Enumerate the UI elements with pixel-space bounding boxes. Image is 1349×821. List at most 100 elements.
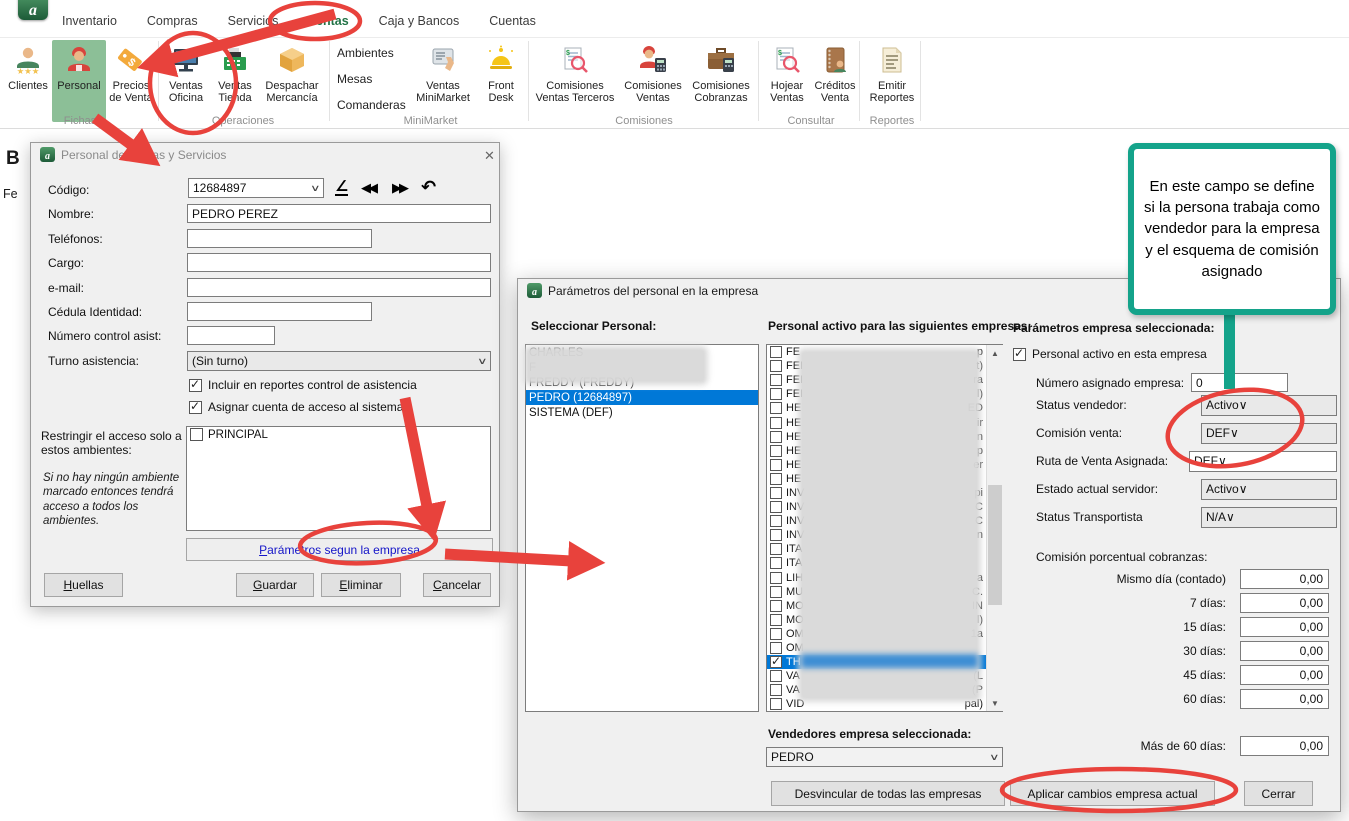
- ribbon-ventas-tienda[interactable]: Ventas Tienda: [211, 40, 259, 122]
- cobranza-row: 45 días: 0,00: [938, 665, 1329, 685]
- company-checkbox[interactable]: [770, 487, 782, 499]
- ribbon-front-desk[interactable]: Front Desk: [478, 40, 524, 122]
- company-checkbox[interactable]: [770, 600, 782, 612]
- dropdown[interactable]: DEF∨: [1189, 451, 1337, 472]
- company-checkbox[interactable]: [770, 543, 782, 555]
- company-checkbox[interactable]: [770, 656, 782, 668]
- ribbon-ambientes[interactable]: Ambientes: [337, 40, 409, 66]
- company-checkbox[interactable]: [770, 557, 782, 569]
- previous-record-icon[interactable]: ◀◀: [361, 180, 375, 196]
- ribbon-mesas[interactable]: Mesas: [337, 66, 409, 92]
- company-checkbox[interactable]: [770, 388, 782, 400]
- company-checkbox[interactable]: [770, 445, 782, 457]
- turno-select[interactable]: (Sin turno)∨: [187, 351, 491, 371]
- ribbon-despachar-mercancia[interactable]: Despachar Mercancía: [260, 40, 324, 122]
- personal-list-item[interactable]: SISTEMA (DEF): [526, 405, 758, 420]
- next-record-icon[interactable]: ▶▶: [392, 180, 406, 196]
- company-checkbox[interactable]: [770, 417, 782, 429]
- company-checkbox[interactable]: [770, 572, 782, 584]
- ribbon-emitir-reportes[interactable]: Emitir Reportes: [864, 40, 920, 122]
- checkbox-checked[interactable]: [189, 379, 202, 392]
- cobranza-row: Mismo día (contado) 0,00: [938, 569, 1329, 589]
- nombre-input[interactable]: PEDRO PEREZ: [187, 204, 491, 223]
- company-checkbox[interactable]: [770, 360, 782, 372]
- aplicar-cambios-button[interactable]: Aplicar cambios empresa actual: [1010, 781, 1215, 806]
- amount-input[interactable]: 0,00: [1240, 641, 1329, 661]
- company-checkbox[interactable]: [770, 346, 782, 358]
- ribbon-hojear-ventas[interactable]: $ Hojear Ventas: [763, 40, 811, 122]
- parametros-empresa-button[interactable]: Parámetros segun la empresa: [186, 538, 493, 561]
- dropdown[interactable]: Activo∨: [1201, 479, 1337, 500]
- scroll-up-icon[interactable]: ▲: [987, 345, 1003, 361]
- company-checkbox[interactable]: [770, 529, 782, 541]
- asignar-cuenta-checkbox-row[interactable]: Asignar cuenta de acceso al sistema: [189, 400, 403, 414]
- company-checkbox[interactable]: [770, 515, 782, 527]
- checkbox-checked[interactable]: [1013, 348, 1026, 361]
- ribbon: ★★★ Clientes Personal $ Precios de Venta…: [0, 37, 1349, 129]
- email-input[interactable]: [187, 278, 491, 297]
- menu-compras[interactable]: Compras: [147, 14, 198, 28]
- close-icon[interactable]: ✕: [484, 148, 495, 164]
- company-checkbox[interactable]: [770, 431, 782, 443]
- desvincular-button[interactable]: Desvincular de todas las empresas: [771, 781, 1005, 806]
- amount-input[interactable]: 0,00: [1240, 665, 1329, 685]
- menu-caja-y-bancos[interactable]: Caja y Bancos: [379, 14, 460, 28]
- menu-inventario[interactable]: Inventario: [62, 14, 117, 28]
- company-checkbox[interactable]: [770, 586, 782, 598]
- dropdown[interactable]: N/A∨: [1201, 507, 1337, 528]
- company-checkbox[interactable]: [770, 459, 782, 471]
- company-checkbox[interactable]: [770, 473, 782, 485]
- company-checkbox[interactable]: [770, 402, 782, 414]
- dialog1-titlebar[interactable]: a Personal de Ventas y Servicios ✕: [31, 143, 499, 167]
- checkbox[interactable]: [190, 428, 203, 441]
- incluir-reportes-checkbox-row[interactable]: Incluir en reportes control de asistenci…: [189, 378, 417, 392]
- cargo-input[interactable]: [187, 253, 491, 272]
- company-name-fragment: FE: [786, 346, 800, 358]
- company-checkbox[interactable]: [770, 628, 782, 640]
- company-checkbox[interactable]: [770, 501, 782, 513]
- company-checkbox[interactable]: [770, 698, 782, 710]
- company-checkbox[interactable]: [770, 614, 782, 626]
- sign-icon[interactable]: ∠: [335, 179, 348, 196]
- dropdown[interactable]: Activo∨: [1201, 395, 1337, 416]
- company-checkbox[interactable]: [770, 670, 782, 682]
- numero-control-input[interactable]: [187, 326, 275, 345]
- company-checkbox[interactable]: [770, 374, 782, 386]
- cancelar-button[interactable]: Cancelar: [423, 573, 491, 597]
- company-checkbox[interactable]: [770, 684, 782, 696]
- codigo-combobox[interactable]: 12684897∨: [188, 178, 324, 198]
- cerrar-button[interactable]: Cerrar: [1244, 781, 1313, 806]
- ambiente-row[interactable]: PRINCIPAL: [187, 427, 490, 442]
- eliminar-button[interactable]: Eliminar: [321, 573, 401, 597]
- dropdown[interactable]: DEF∨: [1201, 423, 1337, 444]
- amount-input[interactable]: 0,00: [1240, 736, 1329, 756]
- amount-input[interactable]: 0,00: [1240, 617, 1329, 637]
- ribbon-precios-de-venta[interactable]: $ Precios de Venta: [106, 40, 156, 122]
- ribbon-ventas-oficina[interactable]: Ventas Oficina: [162, 40, 210, 122]
- menu-servicios[interactable]: Servicios: [228, 14, 279, 28]
- amount-input[interactable]: 0,00: [1240, 689, 1329, 709]
- cedula-input[interactable]: [187, 302, 372, 321]
- ribbon-ventas-minimarket[interactable]: Ventas MiniMarket: [410, 40, 476, 122]
- guardar-button[interactable]: Guardar: [236, 573, 314, 597]
- personal-listbox[interactable]: CHARLES F FREDDY (FREDDY) PEDRO (1268489…: [525, 344, 759, 712]
- ribbon-clientes[interactable]: ★★★ Clientes: [4, 40, 52, 122]
- ribbon-creditos-venta[interactable]: Créditos Venta: [811, 40, 859, 122]
- menu-ventas[interactable]: Ventas: [308, 14, 348, 28]
- ribbon-personal[interactable]: Personal: [52, 40, 106, 122]
- ribbon-comisiones-cobranzas[interactable]: Comisiones Cobranzas: [687, 40, 755, 122]
- ribbon-comisiones-ventas-terceros[interactable]: $ Comisiones Ventas Terceros: [533, 40, 617, 122]
- personal-activo-checkbox-row[interactable]: Personal activo en esta empresa: [1013, 347, 1207, 361]
- menu-cuentas[interactable]: Cuentas: [489, 14, 536, 28]
- amount-input[interactable]: 0,00: [1240, 593, 1329, 613]
- undo-icon[interactable]: ↶: [421, 177, 436, 198]
- checkbox-checked[interactable]: [189, 401, 202, 414]
- numero-asignado-input[interactable]: 0: [1191, 373, 1288, 392]
- company-checkbox[interactable]: [770, 642, 782, 654]
- ambientes-listbox[interactable]: PRINCIPAL: [186, 426, 491, 531]
- personal-list-item[interactable]: PEDRO (12684897): [526, 390, 758, 405]
- ribbon-comisiones-ventas[interactable]: Comisiones Ventas: [619, 40, 687, 122]
- huellas-button[interactable]: Huellas: [44, 573, 123, 597]
- telefonos-input[interactable]: [187, 229, 372, 248]
- amount-input[interactable]: 0,00: [1240, 569, 1329, 589]
